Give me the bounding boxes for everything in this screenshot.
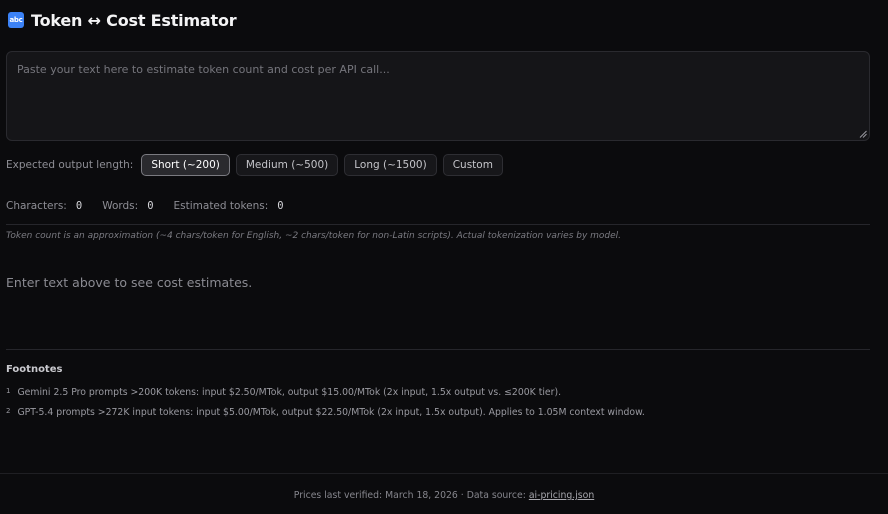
- text-input-container: [6, 51, 870, 141]
- footnotes-title: Footnotes: [6, 364, 63, 375]
- page: abc Token ↔ Cost Estimator Expected outp…: [0, 0, 888, 514]
- footnote-item: 1 Gemini 2.5 Pro prompts >200K tokens: in…: [6, 387, 561, 398]
- stats-row: Characters: 0 Words: 0 Estimated tokens:…: [6, 199, 304, 213]
- divider: [6, 349, 870, 350]
- footnote-marker: 1: [6, 387, 11, 395]
- characters-label: Characters:: [6, 200, 67, 212]
- tokens-value: 0: [277, 200, 284, 212]
- divider: [6, 224, 870, 225]
- text-input[interactable]: [7, 52, 869, 140]
- output-length-label: Expected output length:: [6, 159, 134, 171]
- resize-grip-icon[interactable]: [859, 130, 867, 138]
- footer-divider: [0, 473, 888, 474]
- footnote-marker: 2: [6, 407, 11, 415]
- abc-icon: abc: [8, 12, 24, 28]
- words-value: 0: [147, 200, 154, 212]
- empty-state-message: Enter text above to see cost estimates.: [6, 275, 253, 290]
- output-length-selector: Expected output length: Short (~200) Med…: [6, 154, 503, 176]
- words-label: Words:: [102, 200, 139, 212]
- output-long-button[interactable]: Long (~1500): [344, 154, 437, 176]
- output-medium-button[interactable]: Medium (~500): [235, 154, 339, 176]
- footnote-text: Gemini 2.5 Pro prompts >200K tokens: inp…: [17, 387, 562, 398]
- characters-value: 0: [75, 200, 83, 212]
- page-title: Token ↔ Cost Estimator: [31, 10, 237, 30]
- output-short-button[interactable]: Short (~200): [141, 154, 230, 176]
- header: abc Token ↔ Cost Estimator: [8, 9, 237, 31]
- approximation-note: Token count is an approximation (~4 char…: [6, 231, 622, 241]
- footnote-item: 2 GPT-5.4 prompts >272K input tokens: inp…: [6, 407, 645, 418]
- footnote-text: GPT-5.4 prompts >272K input tokens: inpu…: [17, 407, 645, 418]
- output-custom-button[interactable]: Custom: [442, 154, 503, 176]
- data-source-link[interactable]: ai-pricing.json: [529, 490, 594, 501]
- footer-text: Prices last verified: March 18, 2026 · D…: [293, 490, 529, 501]
- tokens-label: Estimated tokens:: [173, 200, 269, 212]
- footer: Prices last verified: March 18, 2026 · D…: [0, 490, 888, 501]
